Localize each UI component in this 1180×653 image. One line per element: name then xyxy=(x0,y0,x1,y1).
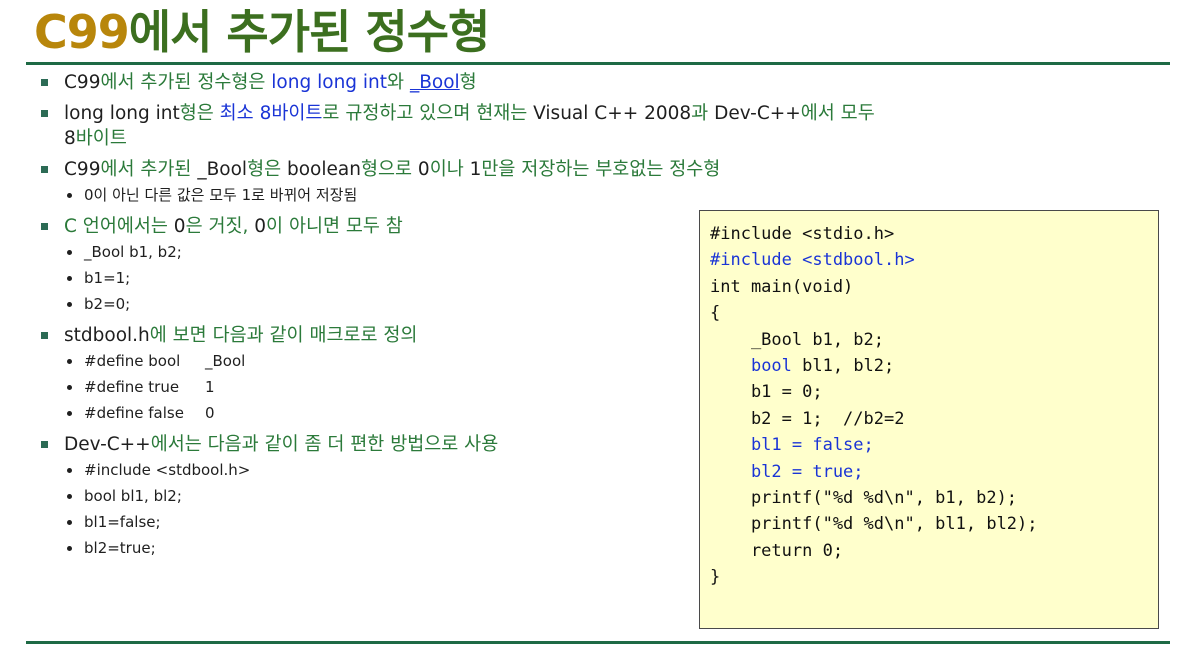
macro-name: #define true xyxy=(84,378,180,396)
macro-name: #define false xyxy=(84,404,184,422)
bullet-text: 이나 xyxy=(429,159,470,180)
bullet-item: C99에서 추가된 _Bool형은 boolean형으로 0이나 1만을 저장하… xyxy=(40,157,1160,182)
sub-bullet-text: bl1=false; xyxy=(84,513,161,531)
sub-bullet-text: b1=1; xyxy=(84,269,131,287)
bullet-item: long long int형은 최소 8바이트로 규정하고 있으며 현재는 Vi… xyxy=(40,101,1160,151)
code-line: int main(void) xyxy=(710,276,854,297)
sub-bullet-text: 0이 아닌 다른 값은 모두 1로 바뀌어 저장됨 xyxy=(84,186,358,204)
bullet-text: 에서는 다음과 같이 좀 더 편한 방법으로 사용 xyxy=(150,434,499,455)
title-prefix: C99 xyxy=(34,5,130,59)
bullet-text: 형 xyxy=(459,72,477,93)
bullet-text: 0 xyxy=(173,216,186,237)
bullet-text: 만을 저장하는 부호없는 정수형 xyxy=(481,159,721,180)
sub-bullet-text: _Bool b1, b2; xyxy=(84,243,182,261)
dot-bullet-icon xyxy=(67,468,72,473)
dot-bullet-icon xyxy=(67,546,72,551)
code-line: b2 = 1; //b2=2 xyxy=(710,408,905,429)
code-line: return 0; xyxy=(710,540,844,561)
bullet-text: 8 xyxy=(64,128,76,149)
bullet-text: C 언어에서는 xyxy=(64,216,174,237)
dot-bullet-icon xyxy=(67,411,72,416)
bullet-text: 이 아니면 모두 참 xyxy=(266,216,403,237)
square-bullet-icon xyxy=(41,79,48,86)
bullet-text: 1 xyxy=(469,159,482,180)
sub-bullet-item: 0이 아닌 다른 값은 모두 1로 바뀌어 저장됨 xyxy=(40,182,1160,208)
bullet-text: _Bool xyxy=(409,72,460,93)
square-bullet-icon xyxy=(41,332,48,339)
bullet-text: 과 xyxy=(691,103,715,124)
dot-bullet-icon xyxy=(67,250,72,255)
dot-bullet-icon xyxy=(67,193,72,198)
code-line: { xyxy=(710,303,721,324)
dot-bullet-icon xyxy=(67,302,72,307)
bullet-text: 와 xyxy=(387,72,410,93)
bullet-text: _Bool xyxy=(197,159,248,180)
square-bullet-icon xyxy=(41,441,48,448)
top-divider xyxy=(26,62,1170,65)
bullet-text: 형은 xyxy=(179,103,220,124)
bullet-text: Dev-C++ xyxy=(714,103,801,124)
code-line: bl1 = false; xyxy=(710,435,874,456)
code-line: #include <stdbool.h> xyxy=(710,250,915,271)
bullet-text: 은 거짓, xyxy=(185,216,255,237)
code-box: #include <stdio.h> #include <stdbool.h> in… xyxy=(699,210,1159,629)
code-line: #include <stdio.h> xyxy=(710,224,895,244)
macro-name: #define bool xyxy=(84,352,181,370)
bullet-text: 에서 추가된 xyxy=(100,159,198,180)
bullet-text: 로 규정하고 있으며 현재는 xyxy=(322,103,534,124)
code-line: printf("%d %d\n", b1, b2); xyxy=(710,488,1018,509)
bullet-text: 에서 추가된 정수형은 xyxy=(100,72,272,93)
sub-bullet-text: b2=0; xyxy=(84,295,131,313)
code-line: _Bool b1, b2; xyxy=(710,329,884,350)
dot-bullet-icon xyxy=(67,385,72,390)
bullet-text: long long int xyxy=(271,72,388,93)
macro-value: 1 xyxy=(205,378,215,396)
bullet-text: 0 xyxy=(417,159,430,180)
square-bullet-icon xyxy=(41,166,48,173)
bullet-text: C99 xyxy=(64,159,101,180)
bullet-text: 최소 8바이트 xyxy=(219,103,323,124)
bullet-text: C99 xyxy=(64,72,101,93)
bullet-text: 바이트 xyxy=(75,128,127,149)
square-bullet-icon xyxy=(41,110,48,117)
bullet-text: 형으로 xyxy=(360,159,418,180)
bullet-text: 형은 xyxy=(247,159,287,180)
code-keyword: bool xyxy=(750,356,792,377)
bullet-text: stdbool.h xyxy=(64,325,150,346)
bullet-text: 에서 모두 xyxy=(800,103,875,124)
bullet-text: Visual C++ 2008 xyxy=(533,103,692,124)
dot-bullet-icon xyxy=(67,520,72,525)
sub-bullet-text: bool bl1, bl2; xyxy=(84,487,182,505)
dot-bullet-icon xyxy=(67,276,72,281)
code-line: } xyxy=(710,567,721,588)
code-line: bool bl1, bl2; xyxy=(750,356,895,377)
code-line: printf("%d %d\n", bl1, bl2); xyxy=(710,514,1038,535)
bullet-text: boolean xyxy=(286,159,361,180)
dot-bullet-icon xyxy=(67,494,72,499)
page-title: C99에서 추가된 정수형 xyxy=(34,2,491,62)
bullet-text: 0 xyxy=(254,216,267,237)
bottom-divider xyxy=(26,641,1170,644)
title-rest: 에서 추가된 정수형 xyxy=(128,5,491,59)
bullet-item: C99에서 추가된 정수형은 long long int와 _Bool형 xyxy=(40,70,1160,95)
sub-bullet-text: bl2=true; xyxy=(84,539,156,557)
bullet-text: 에 보면 다음과 같이 매크로로 정의 xyxy=(149,325,418,346)
bullet-text: long long int xyxy=(64,103,180,124)
macro-value: 0 xyxy=(205,404,215,422)
code-line: bl2 = true; xyxy=(710,461,864,482)
dot-bullet-icon xyxy=(67,359,72,364)
bullet-text: Dev-C++ xyxy=(64,434,151,455)
square-bullet-icon xyxy=(41,223,48,230)
sub-bullet-text: #include <stdbool.h> xyxy=(84,461,251,479)
macro-value: _Bool xyxy=(205,352,246,370)
code-line: b1 = 0; xyxy=(710,382,823,403)
